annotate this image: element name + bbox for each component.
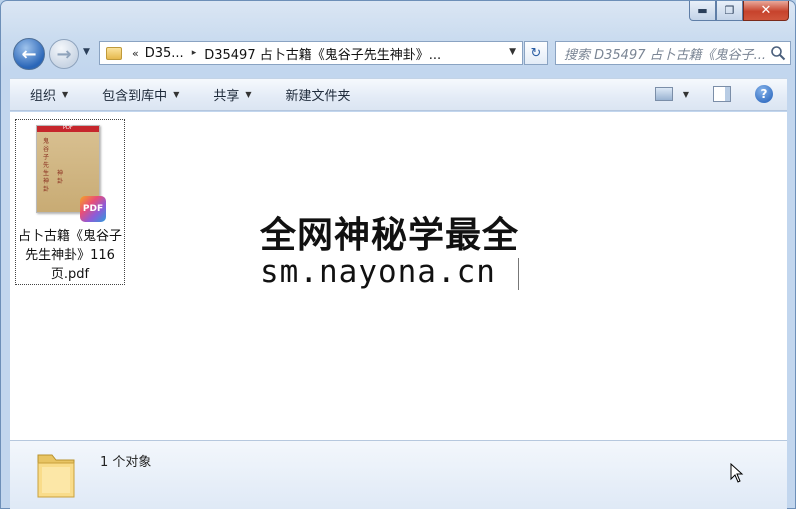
share-button[interactable]: 共享 ▼ <box>213 85 251 104</box>
chevron-down-icon: ▼ <box>62 90 69 99</box>
view-options-dropdown[interactable]: ▼ <box>683 90 689 99</box>
search-input[interactable]: 搜索 D35497 占卜古籍《鬼谷子... <box>555 41 791 65</box>
recent-pages-dropdown[interactable]: ▼ <box>83 47 90 57</box>
folder-icon <box>106 46 122 60</box>
help-icon[interactable]: ? <box>755 85 773 103</box>
folder-icon <box>37 454 75 498</box>
explorer-window: ▬ ❐ ✕ ← → ▼ « D35... ▸ D35497 占卜古籍《鬼谷子先生… <box>0 0 796 509</box>
watermark-overlay: 全网神秘学最全 sm.nayona.cn <box>250 204 550 302</box>
chevron-down-icon: ▼ <box>245 90 252 99</box>
include-library-label: 包含到库中 <box>102 89 168 104</box>
breadcrumb-arrow[interactable]: ▸ <box>192 48 197 58</box>
address-bar[interactable]: « D35... ▸ D35497 占卜古籍《鬼谷子先生神卦》... ▼ <box>99 41 523 65</box>
change-view-icon[interactable] <box>654 87 673 101</box>
item-count: 1 个对象 <box>100 455 152 470</box>
refresh-button[interactable]: ↻ <box>524 41 548 65</box>
close-button[interactable]: ✕ <box>743 1 789 21</box>
file-item-pdf[interactable]: PDF 鬼谷子先生神卦 神卦 PDF 占卜古籍《鬼谷子先生神卦》116页.pdf <box>15 119 125 285</box>
organize-button[interactable]: 组织 ▼ <box>30 85 68 104</box>
thumbnail-title: 鬼谷子先生神卦 <box>43 138 50 193</box>
search-placeholder: 搜索 D35497 占卜古籍《鬼谷子... <box>564 47 767 63</box>
breadcrumb-overflow[interactable]: « <box>132 47 139 60</box>
preview-pane-icon[interactable] <box>713 86 731 102</box>
share-label: 共享 <box>213 89 240 104</box>
organize-label: 组织 <box>30 89 57 104</box>
maximize-button[interactable]: ❐ <box>716 1 743 21</box>
breadcrumb-item-current[interactable]: D35497 占卜古籍《鬼谷子先生神卦》... <box>204 44 441 63</box>
search-icon[interactable] <box>770 45 786 61</box>
watermark-line1: 全网神秘学最全 <box>260 215 520 256</box>
thumbnail-subtitle: 神卦 <box>57 170 64 185</box>
include-in-library-button[interactable]: 包含到库中 ▼ <box>102 85 179 104</box>
file-list-area[interactable]: PDF 鬼谷子先生神卦 神卦 PDF 占卜古籍《鬼谷子先生神卦》116页.pdf… <box>10 112 787 440</box>
navigation-bar: ← → ▼ « D35... ▸ D35497 占卜古籍《鬼谷子先生神卦》...… <box>11 37 791 70</box>
file-name[interactable]: 占卜古籍《鬼谷子先生神卦》116页.pdf <box>16 227 124 284</box>
watermark-line2: sm.nayona.cn <box>260 254 496 290</box>
pdf-header-label: PDF <box>63 125 73 131</box>
text-caret <box>518 258 519 290</box>
breadcrumb-item-parent[interactable]: D35... <box>145 46 184 61</box>
new-folder-label: 新建文件夹 <box>285 89 351 104</box>
new-folder-button[interactable]: 新建文件夹 <box>286 85 351 104</box>
forward-button[interactable]: → <box>49 39 79 69</box>
toolbar-right-group: ▼ ? <box>654 85 773 103</box>
minimize-button[interactable]: ▬ <box>689 1 716 21</box>
caption-buttons: ▬ ❐ ✕ <box>689 1 789 21</box>
mouse-cursor-icon <box>730 463 744 483</box>
back-button[interactable]: ← <box>13 38 45 70</box>
chevron-down-icon: ▼ <box>173 90 180 99</box>
pdf-app-icon: PDF <box>80 196 106 222</box>
address-dropdown[interactable]: ▼ <box>509 47 516 57</box>
details-pane: 1 个对象 <box>10 440 787 509</box>
command-bar: 组织 ▼ 包含到库中 ▼ 共享 ▼ 新建文件夹 ▼ ? <box>10 78 787 111</box>
